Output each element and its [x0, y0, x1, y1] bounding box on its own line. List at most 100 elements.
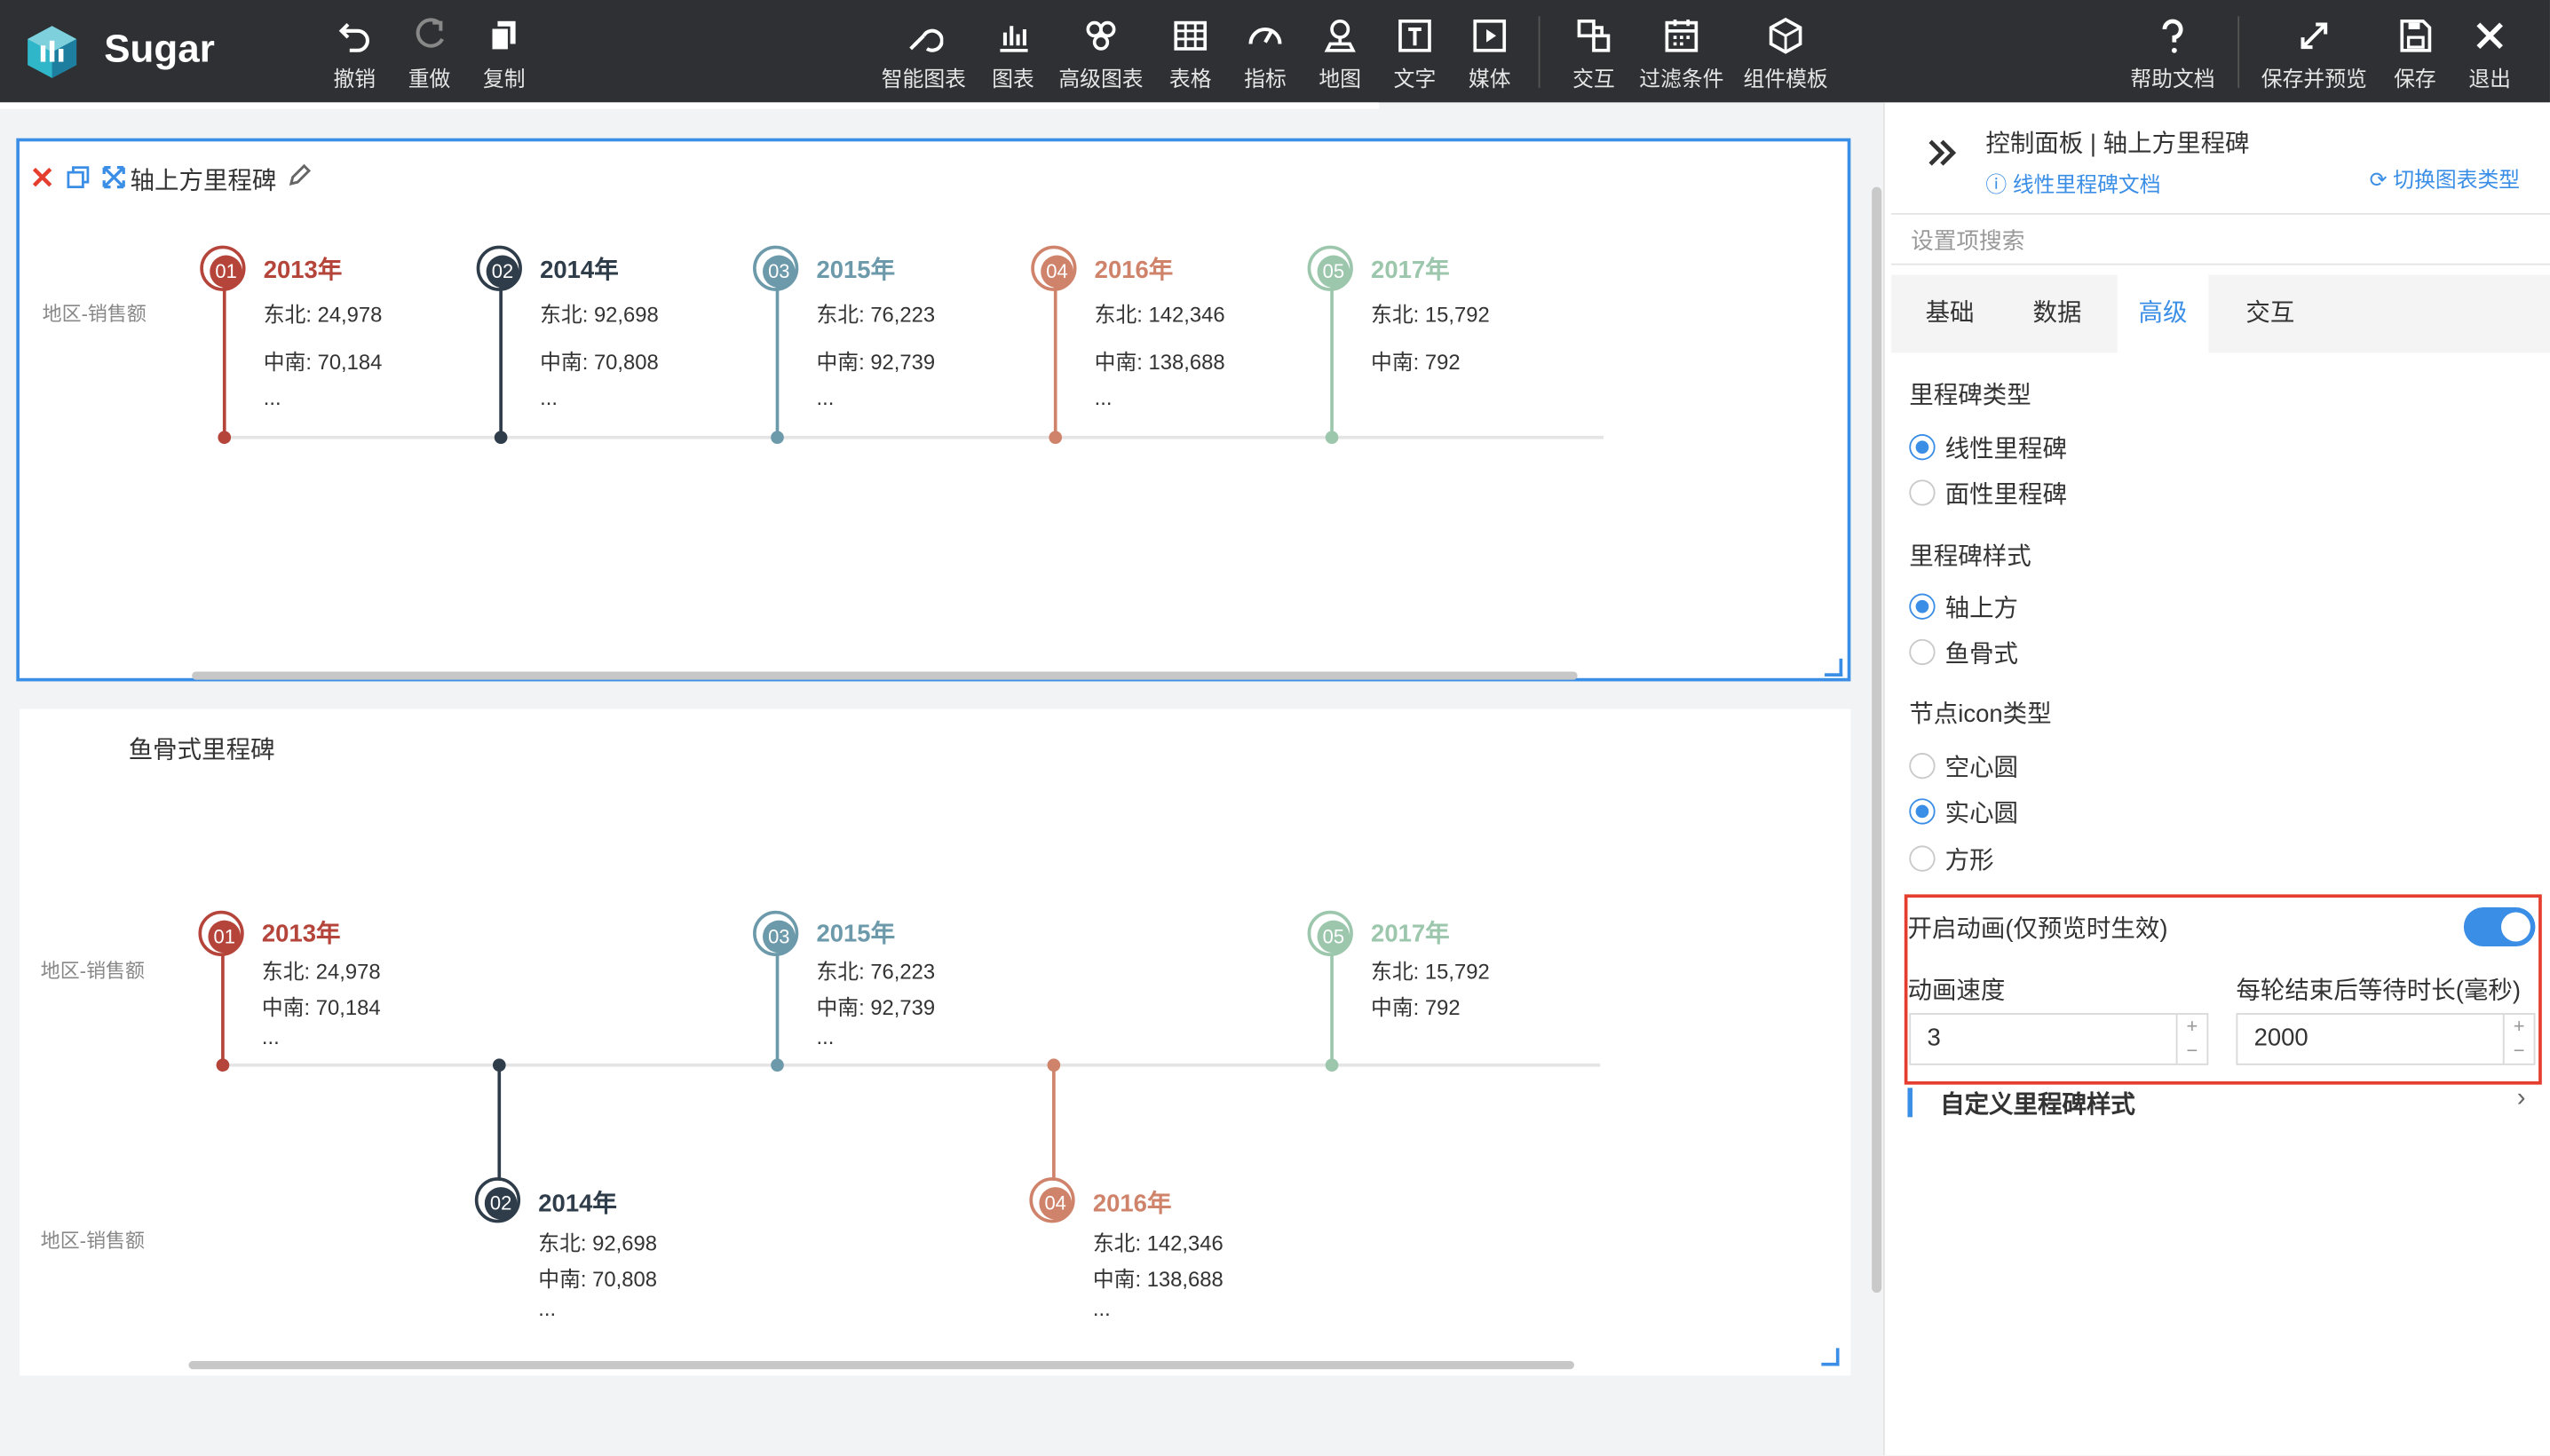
- play-icon: [1465, 16, 1514, 59]
- resize-handle[interactable]: [1825, 658, 1843, 677]
- animation-speed-input[interactable]: 3 + −: [1909, 1013, 2209, 1065]
- milestone-value-line: 中南: 138,688: [1092, 1266, 1224, 1292]
- smart-chart-button[interactable]: 智能图表: [878, 16, 970, 92]
- milestone-badge: 04: [1029, 1177, 1075, 1223]
- milestone-number: 02: [484, 1187, 518, 1220]
- milestone-number: 05: [1317, 920, 1350, 954]
- save-button[interactable]: 保存: [2390, 16, 2439, 92]
- copy-button[interactable]: 复制: [479, 16, 528, 92]
- milestone-node[interactable]: [1325, 431, 1339, 445]
- milestone-chart-card-selected[interactable]: 轴上方里程碑 地区-销售额 01 2013年 东北: 24,978 中南: 70,18…: [16, 138, 1851, 682]
- copy-icon: [479, 16, 528, 59]
- milestone-value-line: 中南: 792: [1371, 349, 1461, 375]
- interaction-button[interactable]: 交互: [1569, 16, 1618, 92]
- toolbar-divider: [1538, 16, 1540, 88]
- redo-button[interactable]: 重做: [405, 16, 454, 92]
- milestone-style-label: 里程碑样式: [1909, 542, 2031, 571]
- tab-data[interactable]: 数据: [2012, 275, 2103, 353]
- filter-calendar-icon: [1636, 16, 1728, 59]
- component-template-label: 组件模板: [1743, 67, 1828, 91]
- text-icon: [1390, 16, 1439, 59]
- increment-icon[interactable]: +: [2505, 1015, 2534, 1039]
- wait-duration-input[interactable]: 2000 + −: [2236, 1013, 2536, 1065]
- decrement-icon[interactable]: −: [2178, 1039, 2207, 1063]
- help-icon: [2127, 16, 2219, 59]
- switch-chart-type-label: 切换图表类型: [2393, 167, 2521, 193]
- collapse-panel-icon[interactable]: [1924, 135, 1960, 170]
- undo-button[interactable]: 撤销: [330, 16, 379, 92]
- tab-advanced[interactable]: 高级: [2117, 274, 2209, 353]
- milestone-node[interactable]: [216, 1058, 230, 1072]
- milestone-node[interactable]: [1047, 1058, 1061, 1072]
- milestone-badge: 05: [1307, 245, 1353, 291]
- milestone-value-line: 东北: 24,978: [261, 959, 381, 985]
- milestone-stem: [499, 284, 503, 438]
- fullscreen-icon[interactable]: [101, 164, 127, 190]
- milestone-type-label: 里程碑类型: [1909, 382, 2031, 410]
- milestone-node[interactable]: [1049, 431, 1063, 445]
- milestone-node[interactable]: [218, 431, 232, 445]
- chevron-right-icon: ›: [2516, 1084, 2526, 1112]
- milestone-more: ...: [816, 1024, 835, 1049]
- milestone-node[interactable]: [771, 1058, 784, 1072]
- exit-button[interactable]: 退出: [2466, 16, 2514, 92]
- milestone-year: 2017年: [1371, 920, 1450, 948]
- resize-handle[interactable]: [1821, 1348, 1840, 1366]
- milestone-more: ...: [261, 1024, 280, 1049]
- help-button[interactable]: 帮助文档: [2127, 16, 2219, 92]
- map-button[interactable]: 地图: [1316, 16, 1365, 92]
- row-label-bottom: 地区-销售额: [40, 1229, 146, 1253]
- milestone-badge: 05: [1307, 910, 1353, 956]
- milestone-more: ...: [1092, 1295, 1111, 1321]
- switch-chart-type-link[interactable]: ⟳ 切换图表类型: [2370, 162, 2521, 194]
- exit-label: 退出: [2468, 67, 2511, 91]
- horizontal-scrollbar[interactable]: [188, 1361, 1574, 1370]
- milestone-badge: 03: [753, 245, 799, 291]
- milestone-value-line: 中南: 92,739: [816, 994, 936, 1020]
- radio-label: 线性里程碑: [1944, 435, 2067, 464]
- milestone-node[interactable]: [771, 431, 784, 445]
- top-toolbar: Sugar 撤销 重做 复制 智能图表 图表 高级图表 表格 指标 地图 文字 …: [0, 0, 2550, 103]
- chart-title: 轴上方里程碑: [130, 167, 277, 195]
- milestone-stem: [775, 284, 780, 438]
- delete-icon[interactable]: [29, 164, 55, 190]
- save-preview-button[interactable]: 保存并预览: [2257, 16, 2371, 92]
- doc-link[interactable]: ⓘ 线性里程碑文档: [1985, 168, 2160, 199]
- radio-label: 轴上方: [1944, 595, 2019, 623]
- radio-circle: [1909, 479, 1936, 506]
- fishbone-milestone-chart-card[interactable]: 鱼骨式里程碑 地区-销售额 地区-销售额 01 2013年 东北: 24,978 中南…: [19, 708, 1851, 1376]
- advanced-chart-button[interactable]: 高级图表: [1056, 16, 1147, 92]
- milestone-node[interactable]: [494, 431, 508, 445]
- animation-speed-value: 3: [1927, 1024, 1941, 1053]
- speed-stepper[interactable]: + −: [2175, 1014, 2207, 1064]
- indicator-button[interactable]: 指标: [1241, 16, 1290, 92]
- redo-label: 重做: [408, 67, 451, 91]
- filter-button[interactable]: 过滤条件: [1636, 16, 1728, 92]
- table-button[interactable]: 表格: [1166, 16, 1215, 92]
- text-button[interactable]: 文字: [1390, 16, 1439, 92]
- canvas-vertical-scrollbar[interactable]: [1872, 186, 1882, 1294]
- duplicate-icon[interactable]: [65, 164, 91, 190]
- chart-button[interactable]: 图表: [989, 16, 1038, 92]
- component-template-button[interactable]: 组件模板: [1740, 16, 1832, 92]
- refresh-icon: ⟳: [2369, 167, 2388, 193]
- media-button[interactable]: 媒体: [1465, 16, 1514, 92]
- decrement-icon[interactable]: −: [2505, 1039, 2534, 1063]
- wait-stepper[interactable]: + −: [2502, 1014, 2534, 1064]
- milestone-node[interactable]: [1325, 1058, 1339, 1072]
- milestone-badge: 03: [753, 910, 799, 956]
- tab-interaction[interactable]: 交互: [2225, 275, 2316, 353]
- horizontal-scrollbar[interactable]: [192, 671, 1578, 680]
- settings-search-input[interactable]: 设置项搜索: [1891, 212, 2550, 265]
- animation-toggle[interactable]: [2463, 907, 2536, 946]
- tab-basic[interactable]: 基础: [1905, 275, 1996, 353]
- increment-icon[interactable]: +: [2178, 1015, 2207, 1039]
- milestone-value-line: 中南: 792: [1371, 994, 1461, 1020]
- edit-title-icon[interactable]: [286, 162, 312, 188]
- milestone-node[interactable]: [492, 1058, 506, 1072]
- expand-icon: [2257, 16, 2371, 59]
- milestone-value-line: 东北: 142,346: [1094, 302, 1225, 328]
- custom-milestone-style-section[interactable]: 自定义里程碑样式 ›: [1907, 1085, 2525, 1124]
- milestone-year: 2013年: [263, 257, 343, 285]
- text-label: 文字: [1393, 67, 1437, 91]
